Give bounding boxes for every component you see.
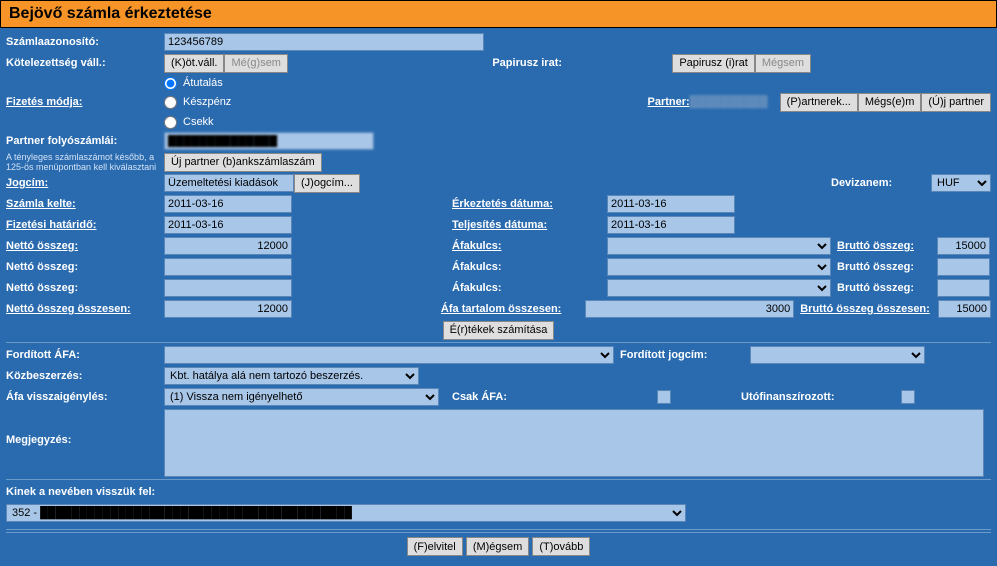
devizanem-select[interactable]: HUF — [931, 174, 991, 192]
label-erk-datum: Érkeztetés dátuma: — [452, 198, 607, 210]
kinek-select[interactable]: 352 - ██████████████████████████████████… — [6, 504, 686, 522]
netto3-input[interactable] — [164, 279, 292, 297]
telj-datum-input[interactable] — [607, 216, 735, 234]
afakulcs3-select[interactable] — [607, 279, 831, 297]
ertekek-button[interactable]: É(r)tékek számítása — [443, 321, 555, 340]
netto1-input[interactable] — [164, 237, 292, 255]
afakulcs2-select[interactable] — [607, 258, 831, 276]
kotvall-button[interactable]: (K)öt.váll. — [164, 54, 224, 73]
label-fiz-hatarido: Fizetési határidő: — [6, 219, 164, 231]
label-utofinansz: Utófinanszírozott: — [741, 391, 901, 403]
label-afakulcs2: Áfakulcs: — [452, 261, 607, 273]
radio-keszpenz[interactable] — [164, 96, 177, 109]
jogcim-input[interactable] — [164, 174, 294, 192]
label-brutto3: Bruttó összeg: — [837, 282, 937, 294]
label-ford-afa: Fordított ÁFA: — [6, 349, 164, 361]
brutto-sum-input[interactable] — [938, 300, 991, 318]
afa-sum-input[interactable] — [585, 300, 794, 318]
brutto1-input[interactable] — [937, 237, 990, 255]
felvitel-button[interactable]: (F)elvitel — [407, 537, 463, 556]
form-body: Számlaazonosító: Kötelezettség váll.: (K… — [0, 28, 997, 566]
label-devizanem: Devizanem: — [831, 177, 931, 189]
afa-vissza-select[interactable]: (1) Vissza nem igényelhető — [164, 388, 439, 406]
afakulcs1-select[interactable] — [607, 237, 831, 255]
csak-afa-checkbox[interactable] — [657, 390, 671, 404]
folyoszamla-note: A tényleges számlaszámot később, a 125-ö… — [6, 152, 164, 172]
fiz-hatarido-input[interactable] — [164, 216, 292, 234]
label-afakulcs1: Áfakulcs: — [452, 240, 607, 252]
label-szamla-kelte: Számla kelte: — [6, 198, 164, 210]
label-netto3: Nettó összeg: — [6, 282, 164, 294]
tovabb-button[interactable]: (T)ovább — [532, 537, 590, 556]
megsem2-button[interactable]: Mégsem — [755, 54, 811, 73]
label-papirusz: Papirusz irat: — [492, 57, 672, 69]
label-fizmod: Fizetés módja: — [6, 96, 164, 108]
label-afa-sum: Áfa tartalom összesen: — [441, 303, 585, 315]
label-keszpenz: Készpénz — [183, 96, 231, 108]
label-csekk: Csekk — [183, 116, 214, 128]
megsem1-button[interactable]: Mé(g)sem — [224, 54, 288, 73]
utofinansz-checkbox[interactable] — [901, 390, 915, 404]
folyoszamla-input[interactable] — [164, 132, 374, 150]
label-csak-afa: Csak ÁFA: — [452, 391, 607, 403]
label-megjegyzes: Megjegyzés: — [6, 409, 164, 446]
kozbeszerzes-select[interactable]: Kbt. hatálya alá nem tartozó beszerzés. — [164, 367, 419, 385]
brutto3-input[interactable] — [937, 279, 990, 297]
jogcim-button[interactable]: (J)ogcím... — [294, 174, 360, 193]
szamla-kelte-input[interactable] — [164, 195, 292, 213]
label-kozbeszerzes: Közbeszerzés: — [6, 370, 164, 382]
megsem3-button[interactable]: Mégs(e)m — [858, 93, 922, 112]
megjegyzes-textarea[interactable] — [164, 409, 984, 477]
netto2-input[interactable] — [164, 258, 292, 276]
erk-datum-input[interactable] — [607, 195, 735, 213]
label-jogcim: Jogcím: — [6, 177, 164, 189]
brutto2-input[interactable] — [937, 258, 990, 276]
radio-atutalas[interactable] — [164, 77, 177, 90]
label-szamlaazon: Számlaazonosító: — [6, 36, 164, 48]
label-afakulcs3: Áfakulcs: — [452, 282, 607, 294]
szamlaazon-input[interactable] — [164, 33, 484, 51]
page-title: Bejövő számla érkeztetése — [0, 0, 997, 28]
ford-jogcim-select[interactable] — [750, 346, 925, 364]
label-netto-sum: Nettó összeg összesen: — [6, 303, 164, 315]
label-brutto2: Bruttó összeg: — [837, 261, 937, 273]
radio-csekk[interactable] — [164, 116, 177, 129]
ujbank-button[interactable]: Új partner (b)ankszámlaszám — [164, 153, 322, 172]
label-atutalas: Átutalás — [183, 77, 223, 89]
papirusz-button[interactable]: Papirusz (i)rat — [672, 54, 754, 73]
label-kinek: Kinek a nevében visszük fel: — [6, 486, 155, 498]
label-telj-datum: Teljesítés dátuma: — [452, 219, 607, 231]
label-kotvall: Kötelezettség váll.: — [6, 57, 164, 69]
partnerek-button[interactable]: (P)artnerek... — [780, 93, 858, 112]
label-brutto-sum: Bruttó összeg összesen: — [800, 303, 938, 315]
label-netto1: Nettó összeg: — [6, 240, 164, 252]
label-partner: Partner: — [647, 96, 689, 108]
label-ford-jogcim: Fordított jogcím: — [620, 349, 750, 361]
label-afa-vissza: Áfa visszaigénylés: — [6, 391, 164, 403]
ujpartner-button[interactable]: (Ú)j partner — [921, 93, 991, 112]
megsem4-button[interactable]: (M)égsem — [466, 537, 530, 556]
label-brutto1: Bruttó összeg: — [837, 240, 937, 252]
label-netto2: Nettó összeg: — [6, 261, 164, 273]
label-folyoszamla: Partner folyószámlái: — [6, 135, 117, 147]
ford-afa-select[interactable] — [164, 346, 614, 364]
partner-name: ██████████ — [690, 96, 780, 108]
netto-sum-input[interactable] — [164, 300, 292, 318]
